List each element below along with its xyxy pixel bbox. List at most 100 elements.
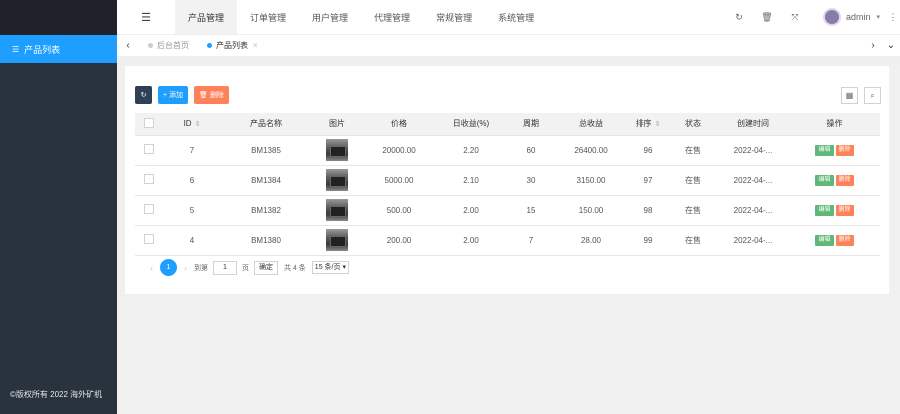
topbar: ☰ 产品管理 订单管理 用户管理 代理管理 常规管理 系统管理 ↻ 🗑 ⤧ ad…: [117, 0, 900, 35]
page-suffix: 页: [242, 264, 249, 272]
cell-image: [311, 135, 363, 166]
page-input[interactable]: 1: [213, 260, 237, 275]
col-period: 周期: [507, 113, 555, 136]
cell-total: 28.00: [555, 225, 627, 256]
product-thumbnail[interactable]: [326, 229, 348, 251]
fullscreen-icon[interactable]: ⤧: [781, 12, 809, 23]
cell-actions: 编辑 删除: [789, 135, 880, 166]
tab-product-list[interactable]: 产品列表 ×: [198, 35, 267, 56]
cell-name: BM1384: [221, 165, 311, 196]
per-page-value: 15 条/页: [314, 264, 341, 271]
product-thumbnail[interactable]: [326, 139, 348, 161]
cell-name: BM1382: [221, 195, 311, 226]
table-row: 7 BM1385 20000.00 2.20 60 26400.00 96 在售…: [135, 135, 880, 166]
tab-next-icon[interactable]: ›: [864, 40, 882, 51]
col-daily: 日收益(%): [435, 113, 507, 136]
close-icon[interactable]: ×: [253, 41, 258, 50]
nav-system[interactable]: 系统管理: [485, 0, 547, 34]
col-name: 产品名称: [221, 113, 311, 136]
search-icon[interactable]: ⌕: [864, 87, 881, 104]
edit-button[interactable]: 编辑: [815, 145, 834, 156]
col-actions: 操作: [789, 113, 880, 136]
batch-delete-button[interactable]: 🗑 删除: [194, 86, 229, 104]
chevron-down-icon[interactable]: ▾: [876, 13, 880, 21]
cell-sort: 98: [627, 195, 669, 226]
col-id[interactable]: ID ⇕: [163, 113, 221, 136]
cell-sort: 96: [627, 135, 669, 166]
top-nav: 产品管理 订单管理 用户管理 代理管理 常规管理 系统管理: [175, 0, 547, 34]
row-select[interactable]: [135, 225, 163, 256]
row-checkbox[interactable]: [144, 174, 154, 184]
cell-daily: 2.00: [435, 225, 507, 256]
cell-total: 3150.00: [555, 165, 627, 196]
refresh-icon[interactable]: ↻: [725, 12, 753, 23]
delete-button[interactable]: 删除: [835, 235, 854, 246]
cell-created: 2022-04-...: [717, 135, 789, 166]
cell-id: 6: [163, 165, 221, 196]
admin-username[interactable]: admin: [846, 12, 871, 22]
total-count: 共 4 条: [284, 264, 306, 272]
row-checkbox[interactable]: [144, 234, 154, 244]
tab-prev-icon[interactable]: ‹: [117, 40, 139, 51]
cell-image: [311, 195, 363, 226]
cell-image: [311, 165, 363, 196]
avatar[interactable]: [822, 8, 841, 26]
current-page-button[interactable]: 1: [160, 259, 177, 276]
cell-actions: 编辑 删除: [789, 195, 880, 226]
sidebar-item-product-list[interactable]: ☰ 产品列表: [0, 35, 117, 63]
trash-icon: 🗑: [199, 92, 208, 99]
delete-button[interactable]: 删除: [835, 205, 854, 216]
chevron-down-icon: ▾: [342, 264, 346, 271]
trash-icon[interactable]: 🗑: [753, 12, 781, 23]
edit-button[interactable]: 编辑: [815, 175, 834, 186]
row-select[interactable]: [135, 135, 163, 166]
row-checkbox[interactable]: [144, 204, 154, 214]
pagination: ‹ 1 › 到第 1 页 确定 共 4 条 15 条/页 ▾: [143, 259, 349, 276]
sidebar: ☰ 产品列表 ©版权所有 2022 海外矿机: [0, 0, 117, 414]
more-icon[interactable]: ⋮: [886, 12, 900, 23]
table-tools: ▦ ⌕: [841, 87, 881, 104]
product-thumbnail[interactable]: [326, 169, 348, 191]
select-all-cell[interactable]: [135, 113, 163, 136]
nav-order[interactable]: 订单管理: [237, 0, 299, 34]
col-status: 状态: [669, 113, 717, 136]
refresh-button[interactable]: ↻: [135, 86, 152, 104]
sort-icon[interactable]: ⇕: [655, 121, 661, 128]
columns-icon[interactable]: ▦: [841, 87, 858, 104]
col-created: 创建时间: [717, 113, 789, 136]
list-icon: ☰: [12, 44, 20, 54]
edit-button[interactable]: 编辑: [815, 205, 834, 216]
col-sort[interactable]: 排序 ⇕: [627, 113, 669, 136]
next-page-icon[interactable]: ›: [184, 263, 187, 273]
cell-daily: 2.20: [435, 135, 507, 166]
cell-price: 5000.00: [363, 165, 435, 196]
nav-general[interactable]: 常规管理: [423, 0, 485, 34]
per-page-select[interactable]: 15 条/页 ▾: [311, 261, 349, 274]
menu-fold-icon[interactable]: ☰: [117, 11, 175, 24]
nav-user[interactable]: 用户管理: [299, 0, 361, 34]
chevron-down-icon[interactable]: ⌄: [882, 40, 900, 51]
cell-created: 2022-04-...: [717, 225, 789, 256]
row-select[interactable]: [135, 195, 163, 226]
table-toolbar: ↻ + 添加 🗑 删除: [135, 86, 229, 104]
row-checkbox[interactable]: [144, 144, 154, 154]
confirm-page-button[interactable]: 确定: [254, 260, 278, 275]
edit-button[interactable]: 编辑: [815, 235, 834, 246]
nav-product[interactable]: 产品管理: [175, 0, 238, 34]
sort-icon[interactable]: ⇕: [195, 121, 201, 128]
add-button[interactable]: + 添加: [158, 86, 189, 104]
select-all-checkbox[interactable]: [144, 117, 154, 128]
delete-button[interactable]: 删除: [835, 175, 854, 186]
prev-page-icon[interactable]: ‹: [150, 263, 153, 273]
col-image: 图片: [311, 113, 363, 136]
product-thumbnail[interactable]: [326, 199, 348, 221]
table-header-row: ID ⇕ 产品名称 图片 价格 日收益(%) 周期 总收益 排序 ⇕ 状态 创建时间…: [135, 113, 880, 136]
row-select[interactable]: [135, 165, 163, 196]
delete-button[interactable]: 删除: [835, 145, 854, 156]
tab-home[interactable]: 后台首页: [139, 35, 198, 56]
nav-agent[interactable]: 代理管理: [361, 0, 423, 34]
header-label: ID: [183, 119, 192, 129]
cell-period: 15: [507, 195, 555, 226]
cell-name: BM1385: [221, 135, 311, 166]
cell-status: 在售: [669, 225, 717, 256]
